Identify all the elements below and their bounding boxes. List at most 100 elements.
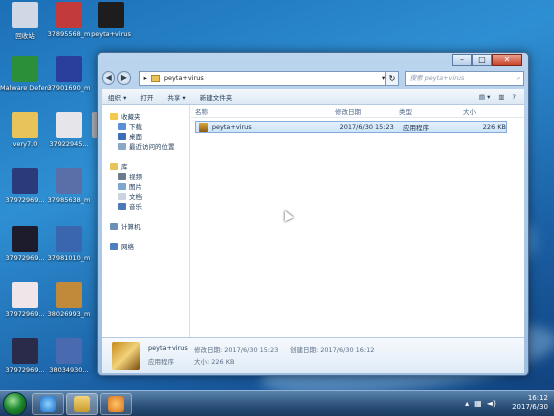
address-bar[interactable]: ▸ peyta+virus ▾: [138, 70, 387, 86]
organize-button[interactable]: 组织 ▾: [108, 92, 126, 102]
nav-network[interactable]: 网络: [102, 241, 189, 251]
breadcrumb[interactable]: peyta+virus: [164, 74, 204, 82]
nav-pictures[interactable]: 图片: [102, 181, 189, 191]
details-created: 创建日期: 2017/6/30 16:12: [290, 346, 375, 354]
video-icon: [118, 172, 126, 180]
image-file-icon: [56, 168, 82, 194]
column-size[interactable]: 大小: [459, 106, 509, 116]
explorer-body: 收藏夹 下载 桌面 最近访问的位置 库 视频 图片 文档 音乐 计算机 网络 名…: [102, 105, 524, 337]
open-button[interactable]: 打开: [140, 92, 153, 102]
recent-places-icon: [118, 142, 126, 150]
network-icon: [110, 242, 118, 250]
search-placeholder: 搜索 peyta+virus: [409, 73, 465, 82]
desktop-icon-item[interactable]: 37981010_m: [44, 226, 94, 262]
nav-desktop[interactable]: 桌面: [102, 131, 189, 141]
taskbar-ie[interactable]: [32, 393, 64, 415]
image-file-icon: [56, 226, 82, 252]
desktop-icon-label: 37972969...: [5, 254, 45, 262]
document-icon: [118, 192, 126, 200]
nav-libraries[interactable]: 库: [102, 161, 189, 171]
image-file-icon: [12, 168, 38, 194]
refresh-button[interactable]: ↻: [385, 70, 399, 86]
details-pane: peyta+virus 应用程序 修改日期: 2017/6/30 15:23 大…: [102, 337, 524, 373]
image-file-icon: [56, 56, 82, 82]
media-player-icon: [108, 396, 124, 412]
forward-button[interactable]: ▶: [117, 71, 131, 85]
details-size: 大小: 226 KB: [194, 358, 235, 366]
desktop-icon-label: 37981010_m: [47, 254, 91, 262]
desktop-icon-label: 37972969...: [5, 196, 45, 204]
column-type[interactable]: 类型: [395, 106, 459, 116]
image-file-icon: [12, 226, 38, 252]
desktop-icon-item[interactable]: 37901690_m: [44, 56, 94, 92]
library-icon: [110, 162, 118, 170]
desktop-icon-item[interactable]: 37972969...: [0, 282, 50, 318]
image-file-icon: [12, 282, 38, 308]
navigation-pane: 收藏夹 下载 桌面 最近访问的位置 库 视频 图片 文档 音乐 计算机 网络: [102, 105, 190, 337]
explorer-window[interactable]: – □ ✕ ◀ ▶ ▸ peyta+virus ▾ ↻ 搜索 peyta+vir…: [97, 52, 529, 376]
close-button[interactable]: ✕: [492, 54, 522, 66]
desktop-icon-item[interactable]: 回收站: [0, 2, 50, 40]
folder-icon: [150, 74, 160, 82]
view-options-icon[interactable]: ▤ ▾: [479, 93, 490, 101]
nav-recent[interactable]: 最近访问的位置: [102, 141, 189, 151]
taskbar-explorer[interactable]: [66, 393, 98, 415]
nav-label: 图片: [129, 183, 142, 191]
nav-documents[interactable]: 文档: [102, 191, 189, 201]
desktop-icon-item[interactable]: 37972969...: [0, 338, 50, 374]
taskbar: ▴ ▦ ◄) 16:12 2017/6/30: [0, 390, 554, 416]
desktop-icon-item[interactable]: 38034930...: [44, 338, 94, 374]
nav-label: 收藏夹: [121, 113, 141, 121]
arrow-icon: ▸: [143, 74, 147, 82]
maximize-button[interactable]: □: [472, 54, 492, 66]
desktop-icon-item[interactable]: 37972969...: [0, 168, 50, 204]
shield-icon: [12, 56, 38, 82]
preview-pane-icon[interactable]: ▥: [498, 93, 504, 101]
desktop-icon-item[interactable]: peyta+virus: [86, 2, 136, 38]
image-file-icon: [56, 2, 82, 28]
nav-label: 库: [121, 163, 128, 171]
desktop-icon: [118, 132, 126, 140]
volume-icon[interactable]: ◄): [487, 399, 496, 408]
desktop-icon-item[interactable]: very7.0: [0, 112, 50, 148]
taskbar-media-player[interactable]: [100, 393, 132, 415]
nav-label: 网络: [121, 243, 134, 251]
folder-icon: [74, 396, 90, 412]
tray-arrow-icon[interactable]: ▴: [465, 399, 469, 408]
desktop-icon-label: very7.0: [12, 140, 38, 148]
system-tray: ▴ ▦ ◄): [465, 399, 496, 408]
column-name[interactable]: 名称: [191, 106, 331, 116]
nav-videos[interactable]: 视频: [102, 171, 189, 181]
share-button[interactable]: 共享 ▾: [167, 92, 185, 102]
desktop-icon-item[interactable]: Malware Defender: [0, 56, 50, 92]
start-button[interactable]: [3, 392, 27, 416]
search-icon: ⌕: [516, 73, 521, 82]
clock[interactable]: 16:12 2017/6/30: [512, 394, 548, 412]
file-row[interactable]: peyta+virus 2017/6/30 15:23 应用程序 226 KB: [195, 121, 507, 133]
computer-icon: [110, 222, 118, 230]
image-file-icon: [12, 338, 38, 364]
column-headers: 名称 修改日期 类型 大小: [191, 105, 524, 118]
desktop-icon-item[interactable]: 38026993_m: [44, 282, 94, 318]
nav-label: 文档: [129, 193, 142, 201]
desktop-icon-label: peyta+virus: [91, 30, 131, 38]
desktop-icon-item[interactable]: 37985638_m: [44, 168, 94, 204]
search-input[interactable]: 搜索 peyta+virus ⌕: [404, 70, 525, 86]
nav-label: 桌面: [129, 133, 142, 141]
nav-music[interactable]: 音乐: [102, 201, 189, 211]
nav-computer[interactable]: 计算机: [102, 221, 189, 231]
clock-time: 16:12: [527, 394, 548, 402]
new-folder-button[interactable]: 新建文件夹: [200, 92, 233, 102]
details-name: peyta+virus: [148, 344, 188, 352]
help-icon[interactable]: ?: [513, 93, 516, 101]
nav-downloads[interactable]: 下载: [102, 121, 189, 131]
nav-favorites[interactable]: 收藏夹: [102, 111, 189, 121]
desktop-icon-label: 38034930...: [49, 366, 89, 374]
desktop-icon-label: Malware Defender: [0, 84, 50, 92]
column-modified[interactable]: 修改日期: [331, 106, 395, 116]
desktop-icon-item[interactable]: 37972969...: [0, 226, 50, 262]
minimize-button[interactable]: –: [452, 54, 472, 66]
back-button[interactable]: ◀: [102, 71, 116, 85]
window-caption-buttons: – □ ✕: [452, 54, 522, 66]
network-icon[interactable]: ▦: [474, 399, 482, 408]
